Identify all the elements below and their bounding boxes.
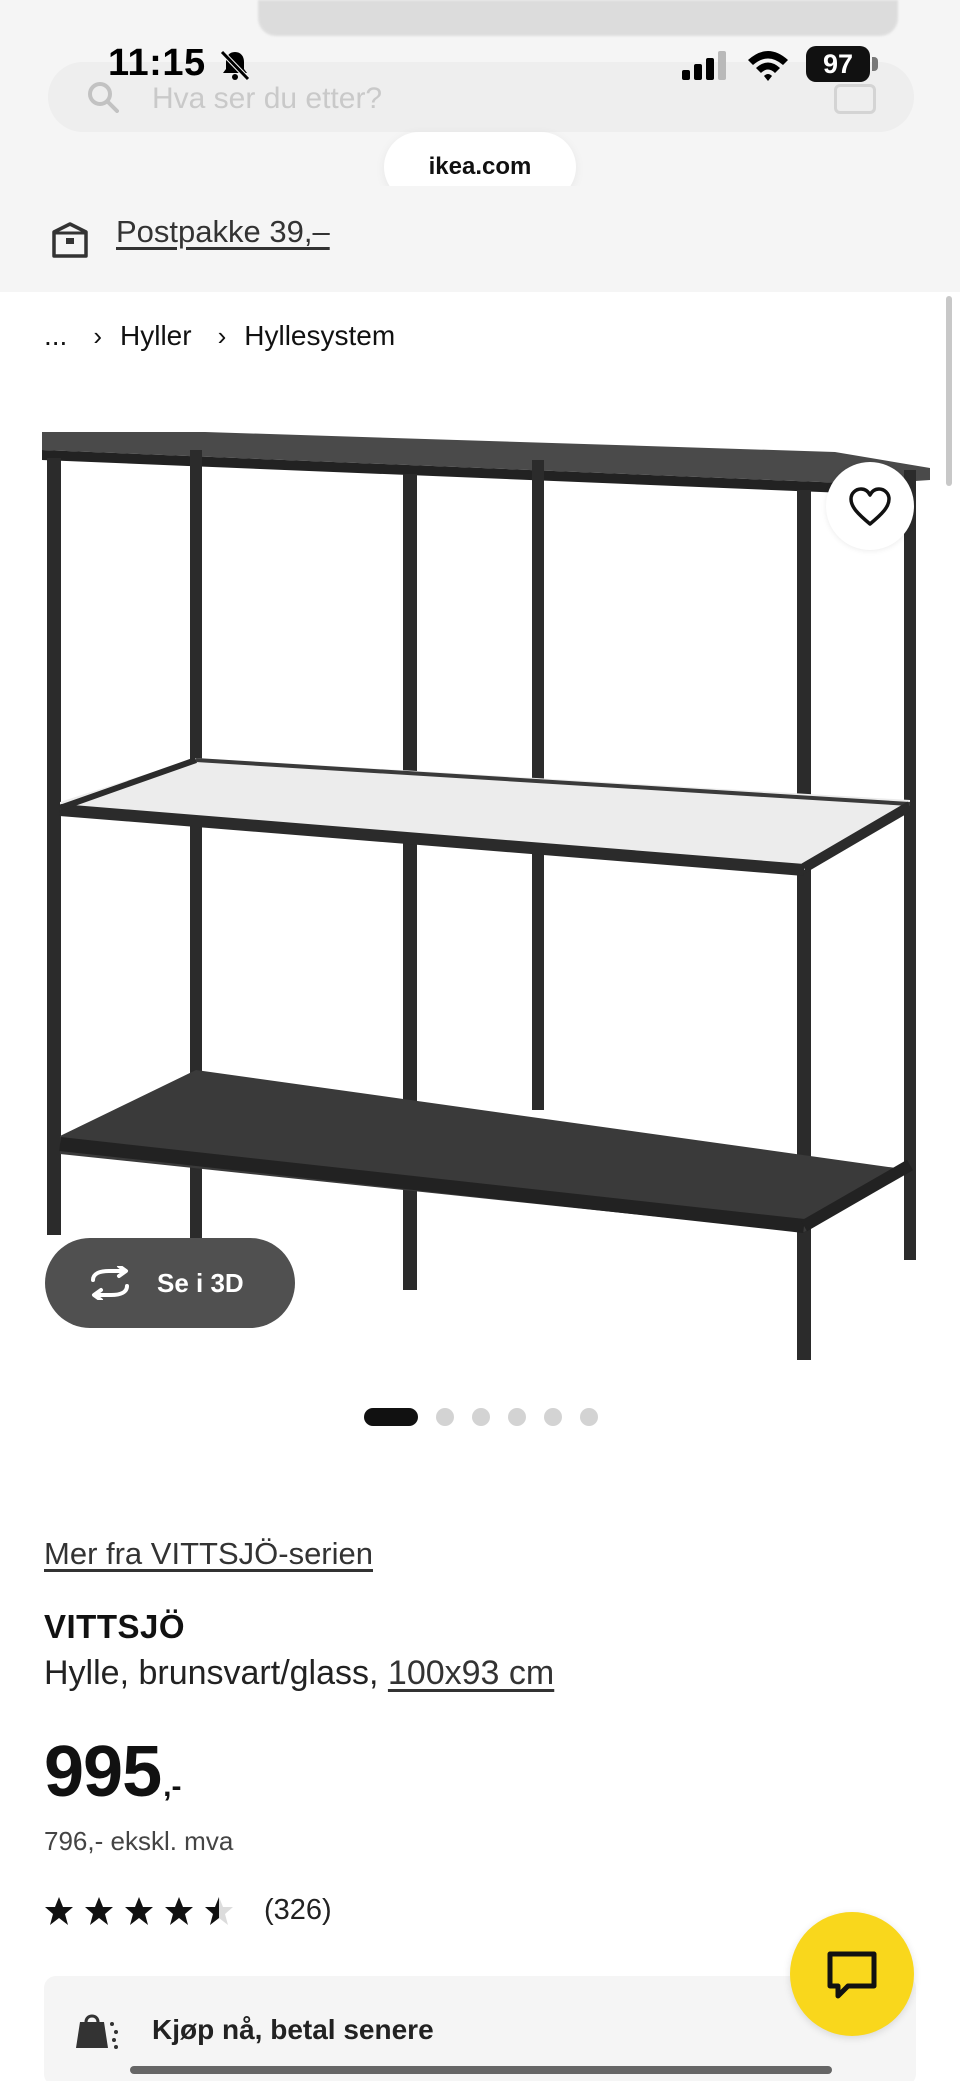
carousel-dot[interactable] xyxy=(544,1408,562,1426)
breadcrumb-item-hyllesystem[interactable]: Hyllesystem xyxy=(244,320,395,352)
star-icon xyxy=(165,1896,193,1925)
status-time: 11:15 xyxy=(108,42,206,84)
review-count[interactable]: (326) xyxy=(264,1894,332,1927)
home-indicator[interactable] xyxy=(130,2066,832,2074)
see-in-3d-button[interactable]: Se i 3D xyxy=(45,1238,295,1328)
breadcrumb: ... › Hyller › Hyllesystem xyxy=(44,320,395,352)
price-amount: 995 xyxy=(44,1732,162,1812)
price: 995 ,- xyxy=(44,1730,181,1814)
see-in-3d-label: Se i 3D xyxy=(157,1267,244,1298)
battery-level: 97 xyxy=(806,46,870,82)
image-carousel-dots[interactable] xyxy=(364,1408,616,1426)
wifi-icon xyxy=(748,51,788,81)
search-icon xyxy=(88,82,119,113)
carousel-dot[interactable] xyxy=(580,1408,598,1426)
bell-muted-icon xyxy=(220,50,250,81)
product-name: VITTSJÖ xyxy=(44,1608,186,1645)
star-icon xyxy=(125,1896,153,1925)
carousel-dot[interactable] xyxy=(364,1408,418,1426)
shopping-bag-icon xyxy=(76,2014,118,2049)
delivery-link[interactable]: Postpakke 39,– xyxy=(116,214,330,250)
blurred-header-bar xyxy=(258,0,898,36)
product-type: Hylle, brunsvart/glass, xyxy=(44,1654,379,1692)
rotate-3d-icon xyxy=(91,1266,129,1300)
price-excluding-vat: 796,- ekskl. mva xyxy=(44,1826,234,1856)
favorite-button[interactable] xyxy=(826,462,914,550)
rating[interactable]: (326) xyxy=(44,1894,332,1927)
breadcrumb-item-hyller[interactable]: Hyller xyxy=(120,320,192,352)
star-icon xyxy=(85,1896,113,1925)
breadcrumb-ellipsis[interactable]: ... xyxy=(44,320,67,352)
chevron-right-icon: › xyxy=(93,320,103,351)
chat-button[interactable] xyxy=(790,1912,914,2036)
cellular-signal-icon xyxy=(682,51,726,80)
size-link[interactable]: 100x93 cm xyxy=(388,1654,554,1692)
carousel-dot[interactable] xyxy=(436,1408,454,1426)
series-link[interactable]: Mer fra VITTSJÖ-serien xyxy=(44,1536,373,1572)
heart-icon xyxy=(849,487,891,526)
buy-now-pay-later-label: Kjøp nå, betal senere xyxy=(152,2014,434,2045)
chat-bubble-icon xyxy=(827,1951,877,1999)
product-description: Hylle, brunsvart/glass, 100x93 cm xyxy=(44,1654,554,1693)
battery-cap xyxy=(872,57,878,71)
product-image[interactable] xyxy=(30,420,960,1380)
carousel-dot[interactable] xyxy=(472,1408,490,1426)
half-star-icon xyxy=(205,1896,233,1925)
delivery-banner[interactable]: Postpakke 39,– xyxy=(0,186,960,292)
parcel-box-icon xyxy=(52,222,88,258)
camera-search-icon[interactable] xyxy=(834,84,876,114)
search-placeholder: Hva ser du etter? xyxy=(152,82,383,115)
price-suffix: ,- xyxy=(163,1770,182,1803)
battery-indicator: 97 xyxy=(806,46,878,82)
star-icon xyxy=(45,1896,73,1925)
chevron-right-icon: › xyxy=(217,320,227,351)
carousel-dot[interactable] xyxy=(508,1408,526,1426)
